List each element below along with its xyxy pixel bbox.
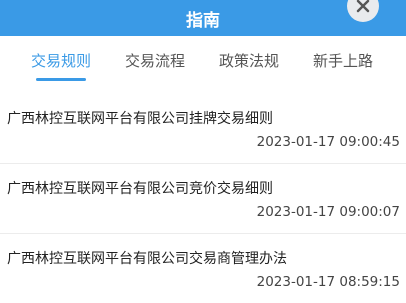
close-button[interactable]	[347, 0, 379, 22]
article-timestamp: 2023-01-17 09:00:45	[256, 134, 400, 150]
page-header: 指南	[0, 0, 406, 36]
tab-beginner-guide[interactable]: 新手上路	[313, 50, 373, 90]
tab-trading-rules[interactable]: 交易规则	[31, 50, 91, 90]
page-title: 指南	[186, 10, 220, 31]
article-title: 广西林控互联网平台有限公司竞价交易细则	[7, 181, 273, 197]
close-icon	[356, 0, 370, 13]
article-list: 广西林控互联网平台有限公司挂牌交易细则 2023-01-17 09:00:45 …	[0, 94, 406, 303]
active-tab-indicator	[36, 78, 86, 81]
article-title: 广西林控互联网平台有限公司挂牌交易细则	[7, 111, 273, 127]
tab-label: 新手上路	[313, 52, 374, 70]
article-title: 广西林控互联网平台有限公司交易商管理办法	[7, 251, 287, 267]
tab-policies[interactable]: 政策法规	[219, 50, 279, 90]
tab-trading-process[interactable]: 交易流程	[125, 50, 185, 90]
article-timestamp: 2023-01-17 08:59:15	[256, 274, 400, 290]
list-item[interactable]: 广西林控互联网平台有限公司交易商管理办法 2023-01-17 08:59:15	[0, 234, 406, 303]
tab-bar: 交易规则 交易流程 政策法规 新手上路	[0, 36, 406, 94]
list-item[interactable]: 广西林控互联网平台有限公司竞价交易细则 2023-01-17 09:00:07	[0, 164, 406, 234]
tab-label: 交易流程	[125, 52, 186, 70]
tab-label: 交易规则	[31, 52, 92, 70]
list-item[interactable]: 广西林控互联网平台有限公司挂牌交易细则 2023-01-17 09:00:45	[0, 94, 406, 164]
tab-label: 政策法规	[219, 52, 280, 70]
article-timestamp: 2023-01-17 09:00:07	[256, 204, 400, 220]
